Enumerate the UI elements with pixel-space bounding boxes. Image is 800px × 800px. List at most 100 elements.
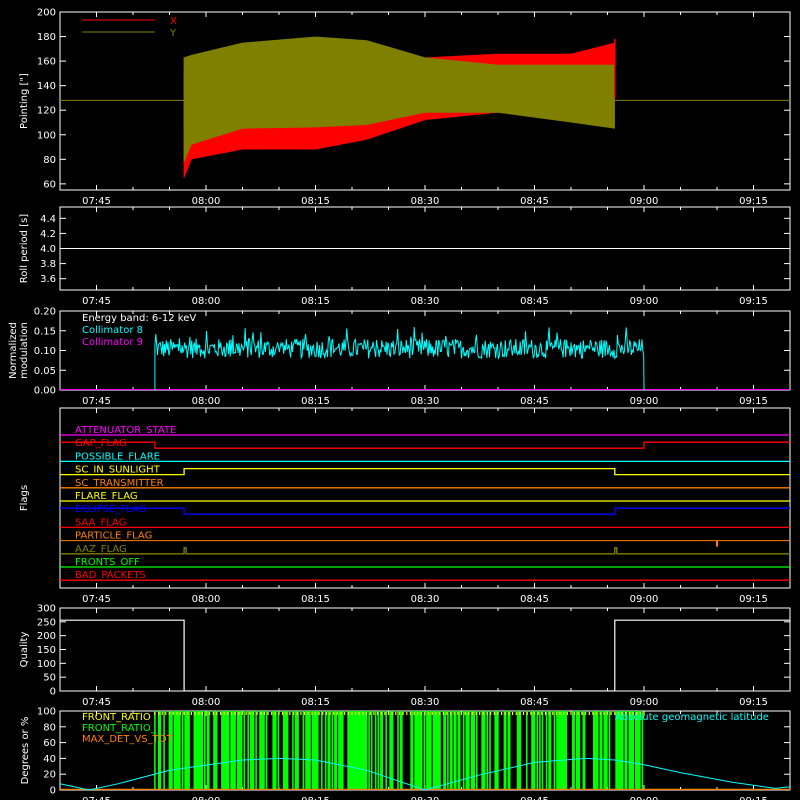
x-tick-label: 09:00 (630, 594, 659, 605)
y-tick-label: 150 (37, 645, 56, 656)
flag-label-saa-flag: SAA_FLAG (75, 517, 126, 528)
x-tick-label: 08:30 (411, 594, 440, 605)
y-axis-label: Quality (19, 632, 30, 668)
x-tick-label: 09:15 (739, 594, 768, 605)
flag-label-flare-flag: FLARE_FLAG (75, 491, 138, 502)
x-tick-label: 07:45 (82, 196, 111, 207)
flag-line-eclipse-flag (60, 507, 790, 515)
legend-label-front-ratio-2: FRONT_RATIO_ (82, 723, 157, 734)
x-tick-label: 08:00 (192, 296, 221, 307)
x-tick-label: 07:45 (82, 296, 111, 307)
y-tick-label: 180 (37, 32, 56, 43)
y-tick-label: 100 (37, 130, 56, 141)
y-tick-label: 4.2 (40, 229, 56, 240)
x-tick-label: 09:15 (739, 296, 768, 307)
flag-label-possible-flare: POSSIBLE_FLARE (75, 451, 160, 462)
x-tick-label: 09:00 (630, 697, 659, 708)
y-tick-label: 0.10 (34, 346, 56, 357)
y-tick-label: 200 (37, 631, 56, 642)
y-tick-label: 80 (43, 722, 56, 733)
y-tick-label: 0.20 (34, 307, 56, 318)
x-tick-label: 07:45 (82, 796, 111, 800)
x-tick-label: 08:45 (520, 296, 549, 307)
y-tick-label: 0 (50, 786, 56, 797)
y-tick-label: 3.6 (40, 274, 56, 285)
x-tick-label: 08:45 (520, 594, 549, 605)
y-tick-label: 0 (50, 687, 56, 698)
y-tick-label: 50 (43, 673, 56, 684)
panel-1-plot (60, 36, 790, 178)
x-tick-label: 09:00 (630, 396, 659, 407)
legend-label-x: X (170, 16, 177, 27)
x-tick-label: 08:30 (411, 697, 440, 708)
x-tick-label: 08:45 (520, 697, 549, 708)
x-tick-label: 07:45 (82, 396, 111, 407)
x-tick-label: 09:15 (739, 697, 768, 708)
legend-label-front-ratio: FRONT_RATIO (82, 712, 151, 723)
flag-label-fronts-off: FRONTS_OFF (75, 557, 140, 568)
y-tick-label: 4.4 (40, 214, 56, 225)
x-tick-label: 08:00 (192, 196, 221, 207)
x-tick-label: 08:00 (192, 697, 221, 708)
x-tick-label: 07:45 (82, 594, 111, 605)
series-collimator-8-line (154, 326, 645, 390)
x-tick-label: 07:45 (82, 697, 111, 708)
flag-label-particle-flag: PARTICLE_FLAG (75, 531, 152, 542)
flag-label-sc-in-sunlight: SC_IN_SUNLIGHT (75, 465, 161, 476)
x-tick-label: 08:15 (301, 296, 330, 307)
panel-5-plot (60, 619, 790, 691)
legend-label-y: Y (169, 28, 177, 39)
flag-line-gap-flag (60, 441, 790, 449)
geomagnetic-latitude-annotation: Absolute geomagnetic latitude (615, 712, 769, 723)
x-tick-label: 08:15 (301, 196, 330, 207)
x-tick-label: 08:45 (520, 196, 549, 207)
y-tick-label: 300 (37, 604, 56, 615)
y-tick-label: 40 (43, 754, 56, 765)
x-tick-label: 09:15 (739, 796, 768, 800)
y-tick-label: 160 (37, 57, 56, 68)
legend-label-collimator-8: Collimator 8 (82, 325, 143, 336)
flag-line-aaz-flag (60, 547, 790, 555)
y-tick-label: 250 (37, 617, 56, 628)
y-tick-label: 0.00 (34, 386, 56, 397)
legend-label-max-det: MAX_DET_VS_TOT (82, 734, 174, 745)
y-tick-label: 120 (37, 106, 56, 117)
y-tick-label: 100 (37, 707, 56, 718)
y-axis-label: Normalized (8, 322, 19, 379)
chart-figure: 07:45 08:00 08:15 08:30 08:45 09:00 09:15 60 80 1… (8, 8, 791, 800)
y-tick-label: 0.15 (34, 326, 56, 337)
x-tick-label: 08:30 (411, 296, 440, 307)
x-tick-label: 09:15 (739, 196, 768, 207)
y-axis-label: modulation (19, 322, 30, 379)
y-axis-label: Pointing ["] (19, 73, 30, 129)
y-axis-label: Flags (19, 485, 30, 511)
y-tick-label: 100 (37, 659, 56, 670)
flag-label-sc-transmitter: SC_TRANSMITTER (75, 478, 164, 489)
y-tick-label: 60 (43, 179, 56, 190)
panel-4-plot (60, 434, 790, 581)
flag-label-attenuator-state: ATTENUATOR_STATE (75, 425, 176, 436)
y-tick-label: 200 (37, 8, 56, 19)
y-tick-label: 3.8 (40, 259, 56, 270)
y-tick-label: 20 (43, 770, 56, 781)
x-tick-label: 08:15 (301, 594, 330, 605)
flag-line-sc-in-sunlight (60, 467, 790, 476)
x-tick-label: 08:30 (411, 196, 440, 207)
x-tick-label: 08:15 (301, 697, 330, 708)
flag-label-eclipse-flag: ECLIPSE_FLAG (75, 504, 146, 515)
quality-line (60, 619, 790, 691)
x-tick-label: 08:45 (520, 396, 549, 407)
y-tick-label: 60 (43, 738, 56, 749)
x-tick-label: 08:00 (192, 796, 221, 800)
y-axis-label: Roll period [s] (19, 214, 30, 283)
x-tick-label: 08:00 (192, 594, 221, 605)
y-tick-label: 4.0 (40, 244, 56, 255)
flag-label-gap-flag: GAP_FLAG (75, 438, 127, 449)
x-tick-label: 08:30 (411, 796, 440, 800)
x-tick-label: 08:30 (411, 396, 440, 407)
energy-band-annotation: Energy band: 6-12 keV (82, 313, 196, 324)
x-tick-label: 08:15 (301, 396, 330, 407)
x-tick-label: 09:00 (630, 196, 659, 207)
series-front-ratio-yellow (154, 712, 645, 715)
flag-label-bad-packets: BAD_PACKETS (75, 570, 146, 581)
